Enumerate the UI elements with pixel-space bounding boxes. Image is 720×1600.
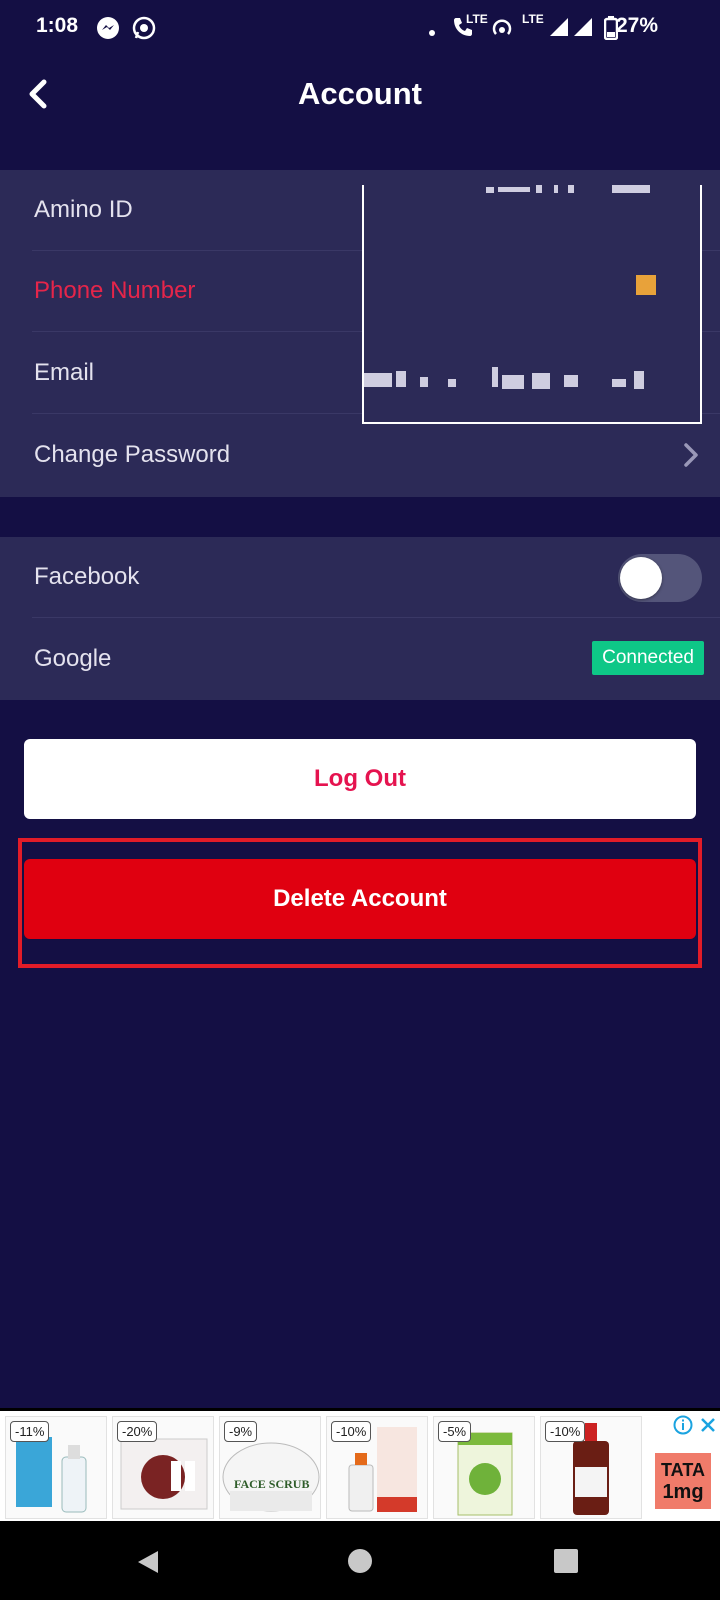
warning-icon bbox=[636, 275, 656, 295]
ad-product[interactable]: -10% bbox=[326, 1416, 428, 1519]
divider bbox=[32, 617, 720, 618]
discount-badge: -10% bbox=[331, 1421, 372, 1442]
system-nav-bar bbox=[0, 1521, 720, 1600]
discount-badge: -5% bbox=[438, 1421, 472, 1442]
delete-account-button[interactable]: Delete Account bbox=[24, 859, 696, 939]
redacted-pixel bbox=[492, 367, 498, 387]
app-header: Account bbox=[0, 56, 720, 136]
brand-line-1: TATA bbox=[661, 1460, 705, 1480]
battery-percent: 27% bbox=[615, 14, 658, 37]
signal-icon bbox=[548, 16, 570, 43]
signal-2-icon bbox=[572, 16, 594, 43]
redacted-pixel bbox=[554, 185, 558, 193]
nav-home-icon[interactable] bbox=[348, 1549, 372, 1573]
redacted-pixel bbox=[498, 187, 530, 192]
redacted-pixel bbox=[532, 373, 550, 389]
redacted-pixel bbox=[536, 185, 542, 193]
status-time: 1:08 bbox=[36, 14, 79, 37]
toggle-knob bbox=[620, 557, 662, 599]
linked-accounts-section: Facebook Google Connected bbox=[0, 537, 720, 700]
hotspot-icon bbox=[490, 16, 514, 45]
discount-badge: -11% bbox=[10, 1421, 50, 1442]
page-title: Account bbox=[298, 76, 422, 111]
nav-recents-icon[interactable] bbox=[554, 1549, 578, 1573]
nav-back-icon[interactable] bbox=[136, 1549, 160, 1575]
ad-product[interactable]: -9% FACE SCRUB bbox=[219, 1416, 321, 1519]
row-facebook: Facebook bbox=[0, 537, 720, 618]
redacted-pixel bbox=[612, 379, 626, 387]
close-icon[interactable] bbox=[698, 1415, 718, 1435]
row-google: Google Connected bbox=[0, 619, 720, 700]
redacted-values bbox=[362, 185, 702, 424]
facebook-label: Facebook bbox=[34, 563, 140, 590]
row-change-password[interactable]: Change Password bbox=[0, 415, 720, 496]
redacted-pixel bbox=[364, 373, 392, 387]
log-out-button[interactable]: Log Out bbox=[24, 739, 696, 819]
redacted-pixel bbox=[634, 371, 644, 389]
redacted-pixel bbox=[420, 377, 428, 387]
brand-logo[interactable]: TATA 1mg bbox=[655, 1453, 711, 1509]
ad-banner[interactable]: -11% -20% -9% FACE SCRUB -10% -5% -10% T… bbox=[0, 1408, 720, 1521]
phone-number-label: Phone Number bbox=[34, 277, 196, 304]
redacted-pixel bbox=[448, 379, 456, 387]
facebook-toggle[interactable] bbox=[618, 554, 702, 602]
redacted-pixel bbox=[568, 185, 574, 193]
discount-badge: -9% bbox=[224, 1421, 258, 1442]
redacted-pixel bbox=[486, 187, 494, 193]
whatsapp-icon bbox=[132, 16, 156, 45]
product-label: FACE SCRUB bbox=[234, 1477, 310, 1491]
ad-product[interactable]: -10% bbox=[540, 1416, 642, 1519]
status-bar: 1:08 LTE LTE 27% bbox=[0, 0, 720, 56]
discount-badge: -10% bbox=[545, 1421, 586, 1442]
discount-badge: -20% bbox=[117, 1421, 158, 1442]
network-lte-label: LTE bbox=[522, 12, 544, 26]
ad-product[interactable]: -11% bbox=[5, 1416, 107, 1519]
redacted-pixel bbox=[612, 185, 650, 193]
google-label: Google bbox=[34, 645, 112, 672]
ad-product[interactable]: -20% bbox=[112, 1416, 214, 1519]
notification-dot-icon bbox=[428, 24, 436, 42]
ad-product[interactable]: -5% bbox=[433, 1416, 535, 1519]
redacted-pixel bbox=[396, 371, 406, 387]
chevron-right-icon bbox=[684, 443, 698, 467]
brand-line-2: 1mg bbox=[662, 1481, 704, 1503]
messenger-icon bbox=[96, 16, 120, 45]
amino-id-label: Amino ID bbox=[34, 196, 133, 223]
redacted-pixel bbox=[502, 375, 524, 389]
redacted-pixel bbox=[564, 375, 578, 387]
change-password-label: Change Password bbox=[34, 441, 231, 468]
info-icon[interactable] bbox=[673, 1415, 693, 1435]
connected-badge: Connected bbox=[592, 641, 704, 675]
call-lte-label: LTE bbox=[466, 12, 488, 26]
email-label: Email bbox=[34, 359, 95, 386]
